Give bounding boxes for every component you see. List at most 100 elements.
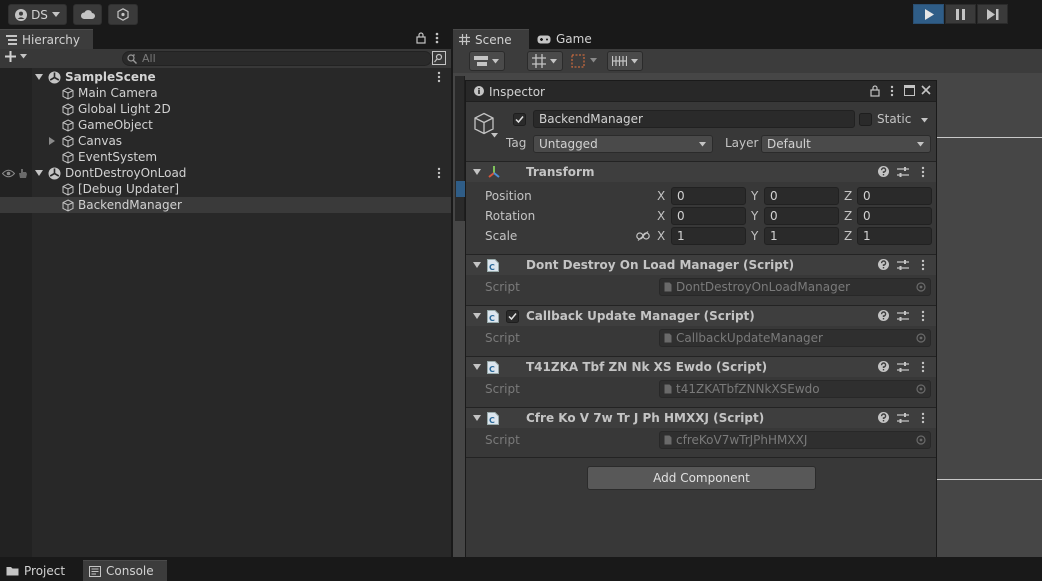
account-dropdown[interactable]: DS bbox=[8, 4, 67, 25]
transform-header[interactable]: Transform bbox=[466, 161, 936, 182]
tab-game[interactable]: Game bbox=[531, 29, 599, 49]
help-icon[interactable] bbox=[878, 259, 889, 270]
more-options-icon[interactable] bbox=[921, 361, 925, 373]
tab-hierarchy[interactable]: Hierarchy bbox=[0, 29, 93, 49]
hierarchy-row-label: EventSystem bbox=[78, 150, 158, 164]
step-button[interactable] bbox=[977, 4, 1008, 24]
chevron-down-icon bbox=[20, 54, 27, 59]
pick-hand-icon[interactable] bbox=[18, 168, 28, 179]
overlay-active-tool[interactable] bbox=[456, 181, 465, 197]
eye-icon[interactable] bbox=[2, 169, 15, 178]
foldout-open-icon[interactable] bbox=[35, 73, 43, 81]
tool-handle-dropdown[interactable] bbox=[469, 51, 505, 71]
tab-console-label: Console bbox=[106, 564, 154, 578]
more-options-icon[interactable] bbox=[921, 310, 925, 322]
foldout-open-icon[interactable] bbox=[473, 169, 481, 176]
preset-sliders-icon[interactable] bbox=[897, 412, 909, 424]
preset-sliders-icon[interactable] bbox=[897, 259, 909, 271]
more-options-icon[interactable] bbox=[921, 166, 925, 178]
axis-z-label: Z bbox=[844, 189, 853, 203]
play-button[interactable] bbox=[913, 4, 944, 24]
scene-search-icon[interactable] bbox=[432, 51, 446, 65]
tab-scene[interactable]: Scene bbox=[453, 29, 529, 49]
help-icon[interactable] bbox=[878, 412, 889, 423]
component-header[interactable]: C Callback Update Manager (Script) bbox=[466, 305, 936, 326]
object-picker-icon[interactable] bbox=[916, 435, 926, 445]
foldout-open-icon[interactable] bbox=[473, 415, 481, 422]
lock-icon[interactable] bbox=[870, 85, 880, 97]
list-item[interactable]: Global Light 2D bbox=[0, 101, 451, 117]
svg-text:C: C bbox=[489, 416, 495, 425]
component-title: Cfre Ko V 7w Tr J Ph HMXXJ (Script) bbox=[526, 411, 765, 425]
cloud-button[interactable] bbox=[73, 4, 102, 25]
foldout-open-icon[interactable] bbox=[473, 313, 481, 320]
object-picker-icon[interactable] bbox=[916, 384, 926, 394]
script-object-field: CallbackUpdateManager bbox=[659, 329, 931, 347]
help-icon[interactable] bbox=[878, 310, 889, 321]
preset-sliders-icon[interactable] bbox=[897, 310, 909, 322]
list-item[interactable]: SampleScene bbox=[0, 69, 451, 85]
tab-console[interactable]: Console bbox=[83, 560, 167, 581]
constrain-proportions-link-icon[interactable] bbox=[636, 231, 650, 241]
list-item[interactable]: Canvas bbox=[0, 133, 451, 149]
more-options-icon[interactable] bbox=[437, 167, 441, 179]
list-item[interactable]: DontDestroyOnLoad bbox=[0, 165, 451, 181]
list-item[interactable]: Main Camera bbox=[0, 85, 451, 101]
chevron-down-icon[interactable] bbox=[921, 118, 928, 123]
preset-sliders-icon[interactable] bbox=[897, 361, 909, 373]
list-item[interactable]: EventSystem bbox=[0, 149, 451, 165]
tab-project[interactable]: Project bbox=[0, 560, 80, 581]
position-y-field[interactable]: 0 bbox=[764, 187, 839, 205]
chevron-down-icon[interactable] bbox=[491, 133, 498, 138]
increment-snap-dropdown[interactable] bbox=[571, 54, 597, 68]
position-x-field[interactable]: 0 bbox=[671, 187, 746, 205]
foldout-open-icon[interactable] bbox=[473, 262, 481, 269]
position-z-field[interactable]: 0 bbox=[857, 187, 932, 205]
scale-y-field[interactable]: 1 bbox=[764, 227, 839, 245]
list-item[interactable]: [Debug Updater] bbox=[0, 181, 451, 197]
more-options-icon[interactable] bbox=[921, 259, 925, 271]
foldout-open-icon[interactable] bbox=[473, 364, 481, 371]
layer-dropdown[interactable]: Default bbox=[761, 135, 931, 153]
object-picker-icon[interactable] bbox=[916, 333, 926, 343]
more-options-icon[interactable] bbox=[890, 85, 894, 97]
more-options-icon[interactable] bbox=[437, 71, 441, 83]
foldout-closed-icon[interactable] bbox=[49, 137, 56, 145]
component-header[interactable]: C T41ZKA Tbf ZN Nk XS Ewdo (Script) bbox=[466, 356, 936, 377]
scale-x-field[interactable]: 1 bbox=[671, 227, 746, 245]
create-dropdown[interactable] bbox=[5, 51, 27, 62]
maximize-icon[interactable] bbox=[904, 85, 915, 96]
list-item[interactable]: GameObject bbox=[0, 117, 451, 133]
static-checkbox[interactable] bbox=[859, 113, 872, 126]
search-input[interactable]: All bbox=[122, 51, 432, 66]
gameobject-cube-icon bbox=[62, 150, 74, 164]
rotation-y-field[interactable]: 0 bbox=[764, 207, 839, 225]
more-options-icon[interactable] bbox=[435, 32, 439, 44]
add-component-button[interactable]: Add Component bbox=[587, 466, 816, 490]
foldout-open-icon[interactable] bbox=[35, 169, 43, 177]
active-checkbox[interactable] bbox=[513, 113, 526, 126]
rotation-x-field[interactable]: 0 bbox=[671, 207, 746, 225]
pause-button[interactable] bbox=[945, 4, 976, 24]
grid-snap-dropdown[interactable] bbox=[527, 51, 563, 71]
tag-dropdown[interactable]: Untagged bbox=[533, 135, 713, 153]
component-header[interactable]: C Cfre Ko V 7w Tr J Ph HMXXJ (Script) bbox=[466, 407, 936, 428]
lock-icon[interactable] bbox=[416, 32, 426, 44]
rotation-z-field[interactable]: 0 bbox=[857, 207, 932, 225]
transform-title: Transform bbox=[526, 165, 595, 179]
gizmos-dropdown[interactable] bbox=[607, 51, 643, 71]
help-icon[interactable] bbox=[878, 166, 889, 177]
preset-sliders-icon[interactable] bbox=[897, 166, 909, 178]
object-name-field[interactable]: BackendManager bbox=[533, 110, 855, 128]
list-item[interactable]: BackendManager bbox=[0, 197, 451, 213]
more-options-icon[interactable] bbox=[921, 412, 925, 424]
close-icon[interactable] bbox=[921, 85, 931, 95]
component-header[interactable]: C Dont Destroy On Load Manager (Script) bbox=[466, 254, 936, 275]
scale-z-field[interactable]: 1 bbox=[857, 227, 932, 245]
object-picker-icon[interactable] bbox=[916, 282, 926, 292]
collab-button[interactable] bbox=[108, 4, 138, 25]
gamepad-icon bbox=[537, 35, 551, 44]
component-enabled-checkbox[interactable] bbox=[506, 310, 519, 323]
help-icon[interactable] bbox=[878, 361, 889, 372]
axis-z-label: Z bbox=[844, 209, 853, 223]
